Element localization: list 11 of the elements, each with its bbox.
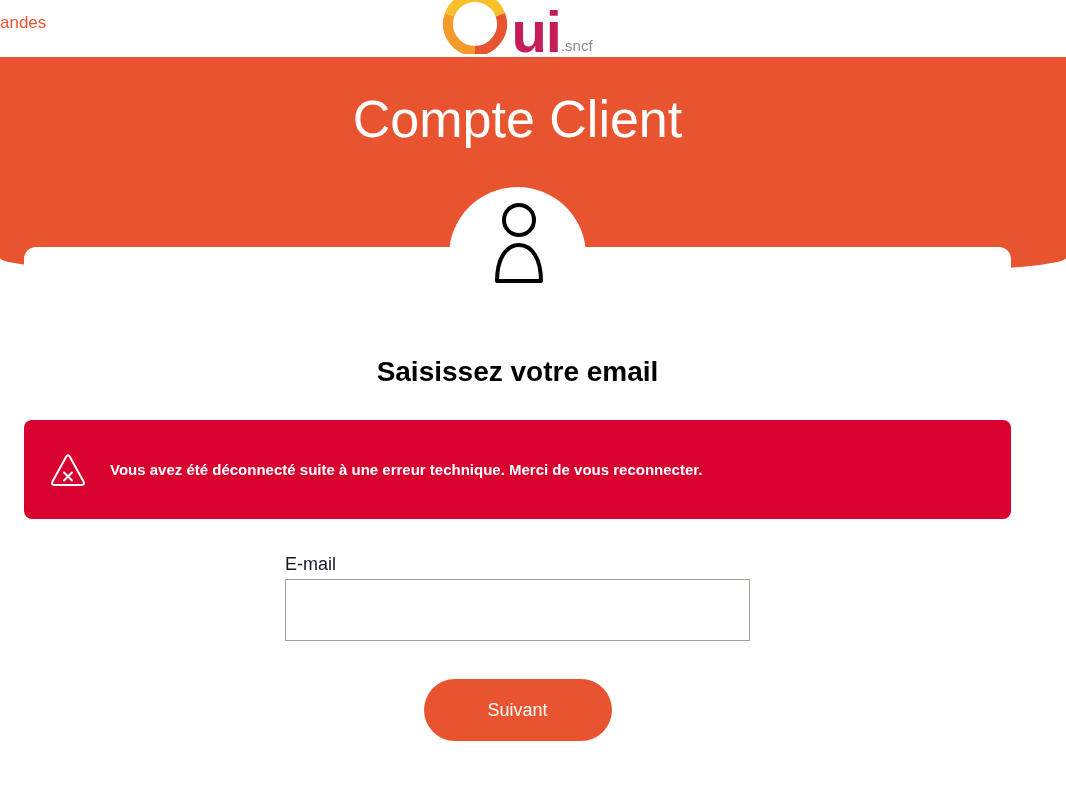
logo-ring-icon [442,0,509,54]
page-title: Compte Client [352,89,683,149]
logo-text: ui [511,10,561,54]
error-message: Vous avez été déconnecté suite à une erreur technique. Merci de vous reconnecter. [110,459,703,480]
header-link[interactable]: andes [0,13,47,33]
email-input[interactable] [285,579,750,641]
warning-triangle-icon [50,452,86,487]
submit-button[interactable]: Suivant [423,679,612,741]
form-heading: Saisissez votre email [376,355,659,389]
field-label: E-mail [285,553,337,575]
logo-suffix: .sncf [560,38,593,53]
